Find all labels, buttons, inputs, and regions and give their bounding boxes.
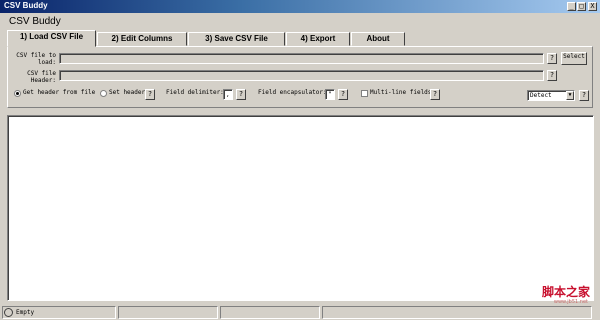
close-button[interactable]: X: [588, 2, 597, 11]
encoding-select-value: Detect: [530, 92, 552, 99]
csv-header-help-button[interactable]: ?: [547, 70, 557, 81]
select-file-button[interactable]: Select: [561, 52, 587, 65]
get-header-label: Get header from file: [23, 89, 96, 96]
watermark-url: www.jb51.net: [553, 299, 588, 305]
encoding-select[interactable]: Detect ▼: [527, 90, 575, 101]
window-title: CSV Buddy: [4, 1, 48, 10]
field-delimiter-label: Field delimiter:: [166, 89, 224, 96]
get-header-radio[interactable]: [14, 90, 21, 97]
field-encapsulator-input[interactable]: ": [325, 89, 335, 100]
status-icon: [4, 308, 13, 317]
set-header-label: Set header: [109, 89, 146, 96]
field-encapsulator-label: Field encapsulator:: [258, 89, 327, 96]
encapsulator-help-button[interactable]: ?: [338, 89, 348, 100]
data-grid[interactable]: [7, 115, 594, 301]
multiline-checkbox[interactable]: [361, 90, 368, 97]
csv-file-input[interactable]: [59, 53, 544, 64]
encoding-help-button[interactable]: ?: [579, 90, 589, 101]
set-header-radio[interactable]: [100, 90, 107, 97]
chevron-down-icon[interactable]: ▼: [566, 91, 574, 100]
multiline-label: Multi-line fields: [370, 89, 432, 96]
tab-edit-columns[interactable]: 2) Edit Columns: [97, 32, 187, 46]
csv-file-help-button[interactable]: ?: [547, 53, 557, 64]
app-title: CSV Buddy: [9, 16, 61, 27]
minimize-button[interactable]: _: [567, 2, 576, 11]
status-text: Empty: [16, 309, 35, 316]
delimiter-help-button[interactable]: ?: [236, 89, 246, 100]
watermark-logo: 脚本之家: [541, 285, 590, 299]
status-pane-2: [118, 306, 218, 319]
tab-save-csv[interactable]: 3) Save CSV File: [188, 32, 285, 46]
status-pane-3: [220, 306, 320, 319]
window-titlebar: CSV Buddy _ □ X: [0, 0, 600, 13]
csv-file-label: CSV file to load:: [16, 52, 56, 66]
status-pane-4: [322, 306, 592, 319]
multiline-help-button[interactable]: ?: [430, 89, 440, 100]
csv-header-input[interactable]: [59, 70, 544, 81]
csv-header-label: CSV file Header:: [27, 70, 56, 84]
tab-load-csv[interactable]: 1) Load CSV File: [7, 30, 96, 47]
tab-export[interactable]: 4) Export: [286, 32, 350, 46]
status-bar: [0, 305, 600, 320]
maximize-button[interactable]: □: [577, 2, 586, 11]
tab-about[interactable]: About: [351, 32, 405, 46]
field-delimiter-input[interactable]: ,: [223, 89, 233, 100]
header-help-button[interactable]: ?: [145, 89, 155, 100]
